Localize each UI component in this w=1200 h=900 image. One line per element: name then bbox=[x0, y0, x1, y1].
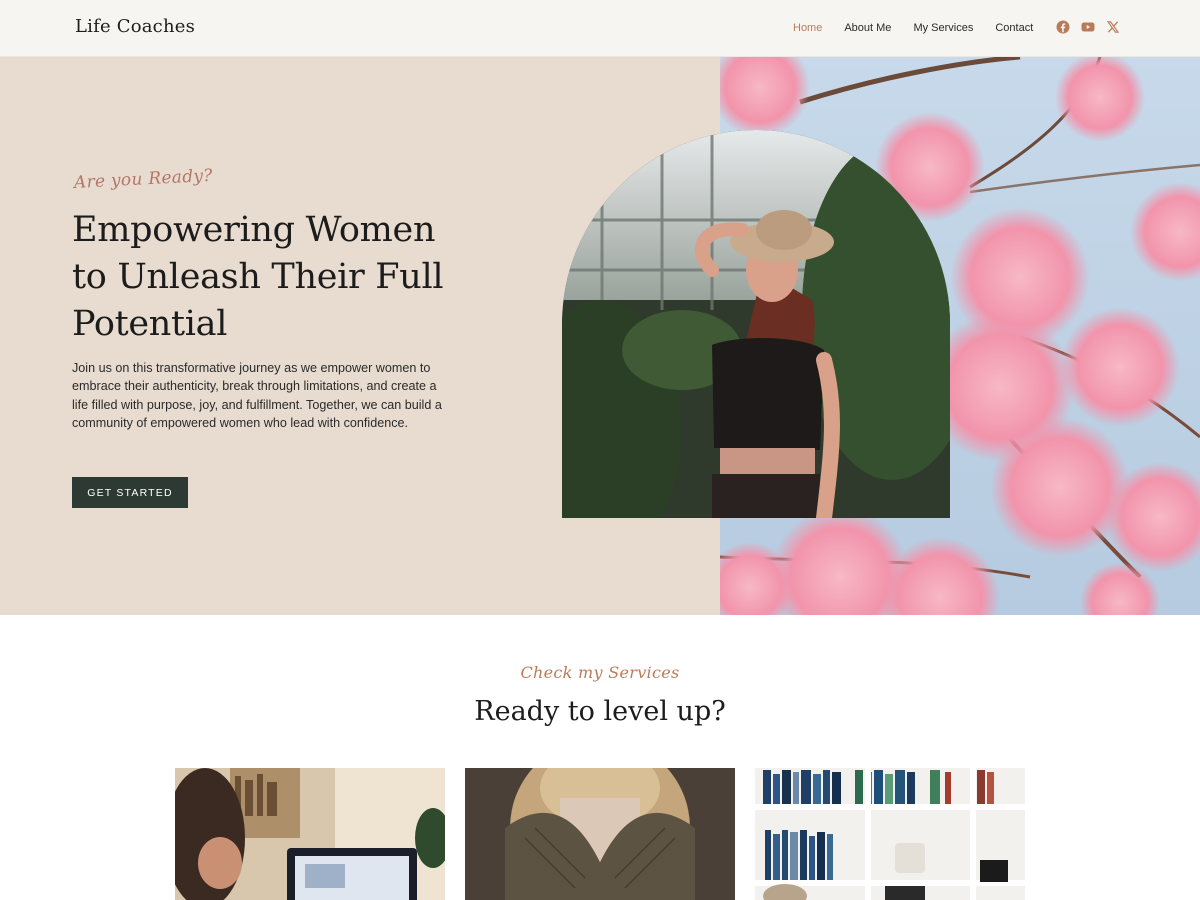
service-card-photo-woman[interactable] bbox=[465, 768, 735, 900]
main-nav: Home About Me My Services Contact bbox=[793, 22, 1055, 34]
hero-description: Join us on this transformative journey a… bbox=[72, 361, 442, 430]
site-header: Life Coaches Home About Me My Services C… bbox=[0, 0, 1200, 57]
nav-home[interactable]: Home bbox=[793, 22, 822, 34]
service-card-photo-laptop[interactable] bbox=[175, 768, 445, 900]
hero-title: Empowering Women to Unleash Their Full P… bbox=[72, 210, 444, 344]
nav-my-services[interactable]: My Services bbox=[913, 22, 973, 34]
services-title: Ready to level up? bbox=[474, 696, 726, 727]
service-card-photo-bookshelf[interactable] bbox=[755, 768, 1025, 900]
youtube-icon[interactable] bbox=[1081, 20, 1095, 34]
social-links bbox=[1056, 20, 1120, 34]
hero-kicker: Are you Ready? bbox=[73, 165, 214, 193]
arched-portrait-photo bbox=[562, 130, 950, 518]
facebook-icon[interactable] bbox=[1056, 20, 1070, 34]
x-icon[interactable] bbox=[1106, 20, 1120, 34]
nav-contact[interactable]: Contact bbox=[995, 22, 1033, 34]
services-kicker: Check my Services bbox=[520, 663, 680, 682]
get-started-button[interactable]: GET STARTED bbox=[72, 477, 188, 508]
hero-section: Are you Ready? Empowering Women to Unlea… bbox=[0, 57, 1200, 615]
site-logo[interactable]: Life Coaches bbox=[75, 16, 195, 37]
nav-about-me[interactable]: About Me bbox=[844, 22, 891, 34]
